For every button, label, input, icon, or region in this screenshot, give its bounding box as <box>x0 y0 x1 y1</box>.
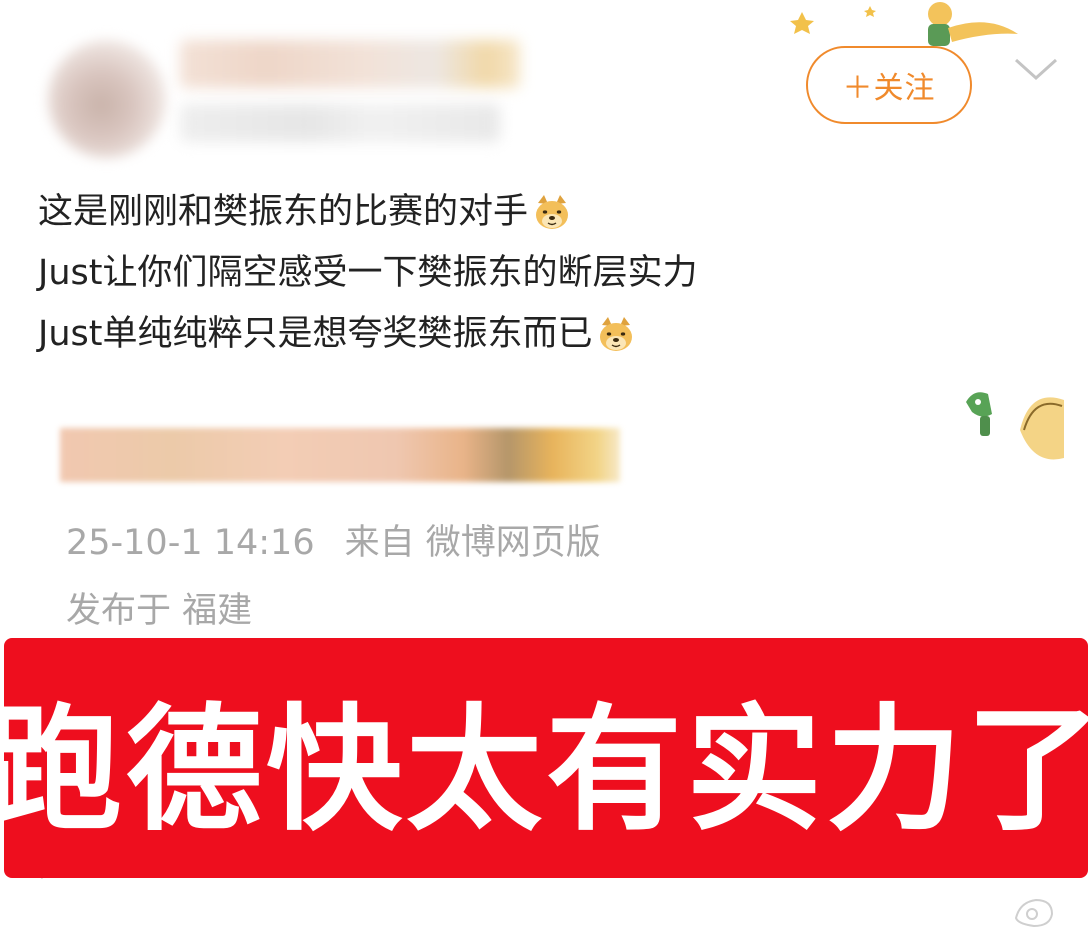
post-body: 这是刚刚和樊振东的比赛的对手 Just让你们隔空感受一下樊振东的断层实力 Jus… <box>38 182 998 365</box>
chevron-down-icon[interactable] <box>1012 56 1060 84</box>
sticker-icon <box>966 392 1064 460</box>
doge-emoji-icon <box>536 194 569 229</box>
follow-button[interactable]: ＋关注 <box>806 46 972 124</box>
post-line: Just让你们隔空感受一下樊振东的断层实力 <box>38 243 998 304</box>
caption-banner: 跑德快太有实力了 <box>0 638 1090 878</box>
post-line-text: Just单纯纯粹只是想夸奖樊振东而已 <box>38 314 593 354</box>
post-line-text: Just让你们隔空感受一下樊振东的断层实力 <box>38 253 698 293</box>
blurred-username[interactable] <box>180 40 520 88</box>
doge-emoji-icon <box>600 316 633 351</box>
banner-text: 跑德快太有实力了 <box>0 691 1090 850</box>
post-location: 发布于 福建 <box>66 591 253 631</box>
post-meta-line: 25-10-1 14:16 来自 微博网页版 <box>66 514 601 565</box>
blurred-link[interactable] <box>60 428 620 482</box>
post-time: 25-10-1 14:16 <box>66 523 315 563</box>
post-line: 这是刚刚和樊振东的比赛的对手 <box>38 182 998 243</box>
post-source: 来自 微博网页版 <box>344 523 601 563</box>
blurred-user-meta <box>180 104 500 142</box>
post-line: Just单纯纯粹只是想夸奖樊振东而已 <box>38 304 998 365</box>
weibo-watermark-icon <box>1014 898 1054 928</box>
avatar[interactable] <box>48 40 166 158</box>
post-line-text: 这是刚刚和樊振东的比赛的对手 <box>38 192 529 232</box>
